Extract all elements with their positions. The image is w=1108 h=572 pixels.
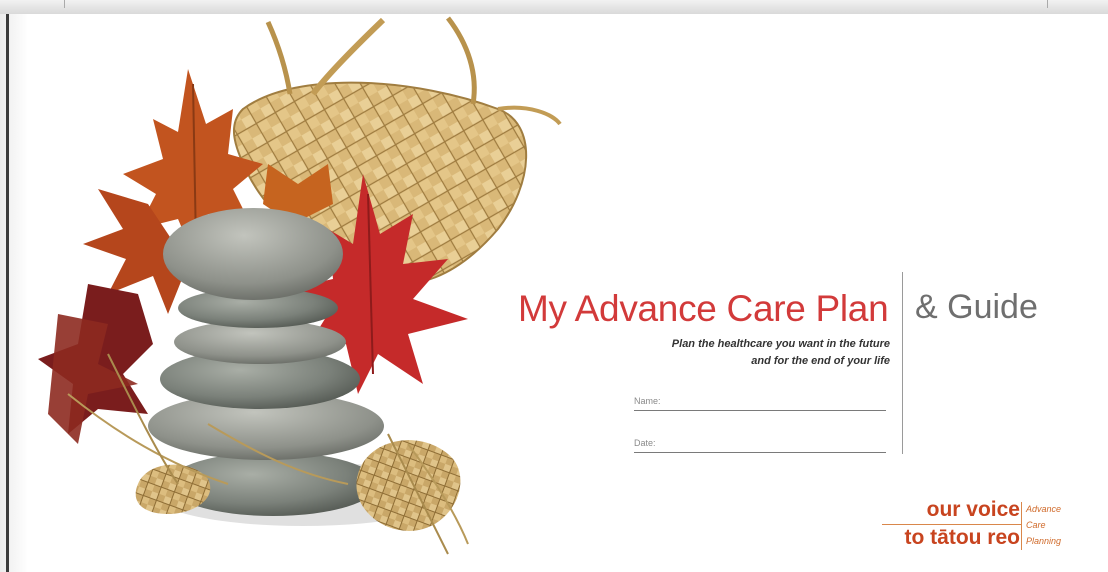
document-title: My Advance Care Plan [518,288,889,329]
toolbar-divider [64,0,65,8]
page-gutter [0,14,28,572]
logo-line-1: our voice [926,498,1020,521]
logo-divider [1021,502,1022,550]
title-divider [902,272,903,454]
title-suffix: & Guide [915,288,1038,326]
name-field[interactable]: Name: [634,384,886,411]
logo-side-line-2: Care [1026,520,1046,530]
logo-line-2: to tātou reo [904,526,1021,549]
viewer-toolbar [0,0,1108,15]
our-voice-logo: our voice to tātou reo Advance Care Plan… [858,498,1088,558]
document-page: My Advance Care Plan & Guide Plan the he… [28,14,1108,572]
logo-side-line-1: Advance [1026,504,1062,514]
logo-rule [882,524,1022,525]
name-field-label: Name: [634,396,661,406]
tagline-line-2: and for the end of your life [751,355,890,367]
page-edge [6,14,9,572]
logo-side-line-3: Planning [1026,536,1062,546]
cover-photo-stones-leaves-basket [38,16,562,555]
tagline-line-1: Plan the healthcare you want in the futu… [671,338,890,350]
date-field-label: Date: [634,438,656,448]
tagline: Plan the healthcare you want in the futu… [588,336,890,370]
toolbar-divider [1047,0,1048,8]
date-field[interactable]: Date: [634,426,886,453]
